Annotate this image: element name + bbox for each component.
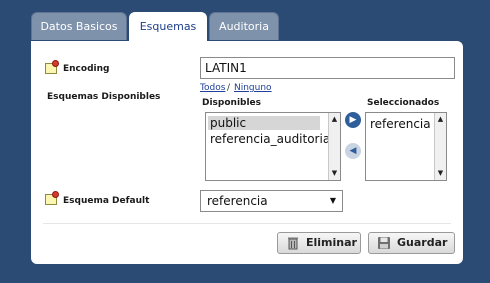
delete-label: Eliminar bbox=[306, 236, 357, 249]
tab-auditoria[interactable]: Auditoria bbox=[209, 12, 279, 40]
list-item[interactable]: referencia_auditoria bbox=[210, 132, 330, 146]
available-listbox[interactable]: public referencia_auditoria ▲ ▼ bbox=[205, 112, 341, 181]
scroll-up-icon[interactable]: ▲ bbox=[435, 114, 446, 125]
available-label: Disponibles bbox=[202, 98, 262, 108]
tab-esquemas[interactable]: Esquemas bbox=[129, 12, 207, 42]
save-button[interactable]: Guardar bbox=[368, 232, 455, 254]
move-right-button[interactable]: ▶ bbox=[345, 112, 361, 128]
trash-icon bbox=[288, 237, 298, 250]
scroll-down-icon[interactable]: ▼ bbox=[435, 168, 446, 179]
save-label: Guardar bbox=[397, 236, 448, 249]
schemas-label: Esquemas Disponibles bbox=[47, 92, 161, 102]
note-pin-icon bbox=[45, 60, 59, 74]
select-all-link[interactable]: Todos bbox=[200, 83, 225, 93]
floppy-disk-icon bbox=[378, 237, 390, 249]
list-item[interactable]: public bbox=[208, 116, 320, 130]
select-none-link[interactable]: Ninguno bbox=[234, 83, 272, 93]
divider bbox=[43, 223, 451, 224]
tab-datos-basicos[interactable]: Datos Basicos bbox=[31, 12, 127, 40]
note-pin-icon bbox=[45, 191, 59, 205]
default-schema-value: referencia bbox=[207, 194, 268, 208]
default-schema-select[interactable]: referencia ▼ bbox=[200, 190, 343, 212]
scroll-up-icon[interactable]: ▲ bbox=[329, 114, 340, 125]
schemas-panel: Encoding LATIN1 Esquemas Disponibles Tod… bbox=[31, 41, 463, 264]
chevron-down-icon: ▼ bbox=[329, 196, 336, 205]
encoding-label: Encoding bbox=[63, 64, 110, 74]
list-item[interactable]: referencia bbox=[370, 117, 431, 131]
available-scrollbar[interactable]: ▲ ▼ bbox=[328, 113, 340, 180]
selected-label: Seleccionados bbox=[367, 98, 440, 108]
encoding-field[interactable]: LATIN1 bbox=[200, 57, 455, 79]
selected-listbox[interactable]: referencia ▲ ▼ bbox=[365, 112, 447, 181]
arrow-left-icon: ◀ bbox=[349, 146, 357, 156]
link-separator: / bbox=[227, 83, 231, 93]
delete-button[interactable]: Eliminar bbox=[277, 232, 361, 254]
arrow-right-icon: ▶ bbox=[349, 115, 357, 125]
default-schema-label: Esquema Default bbox=[63, 196, 150, 206]
move-left-button[interactable]: ◀ bbox=[345, 143, 361, 159]
scroll-down-icon[interactable]: ▼ bbox=[329, 168, 340, 179]
selected-scrollbar[interactable]: ▲ ▼ bbox=[434, 113, 446, 180]
